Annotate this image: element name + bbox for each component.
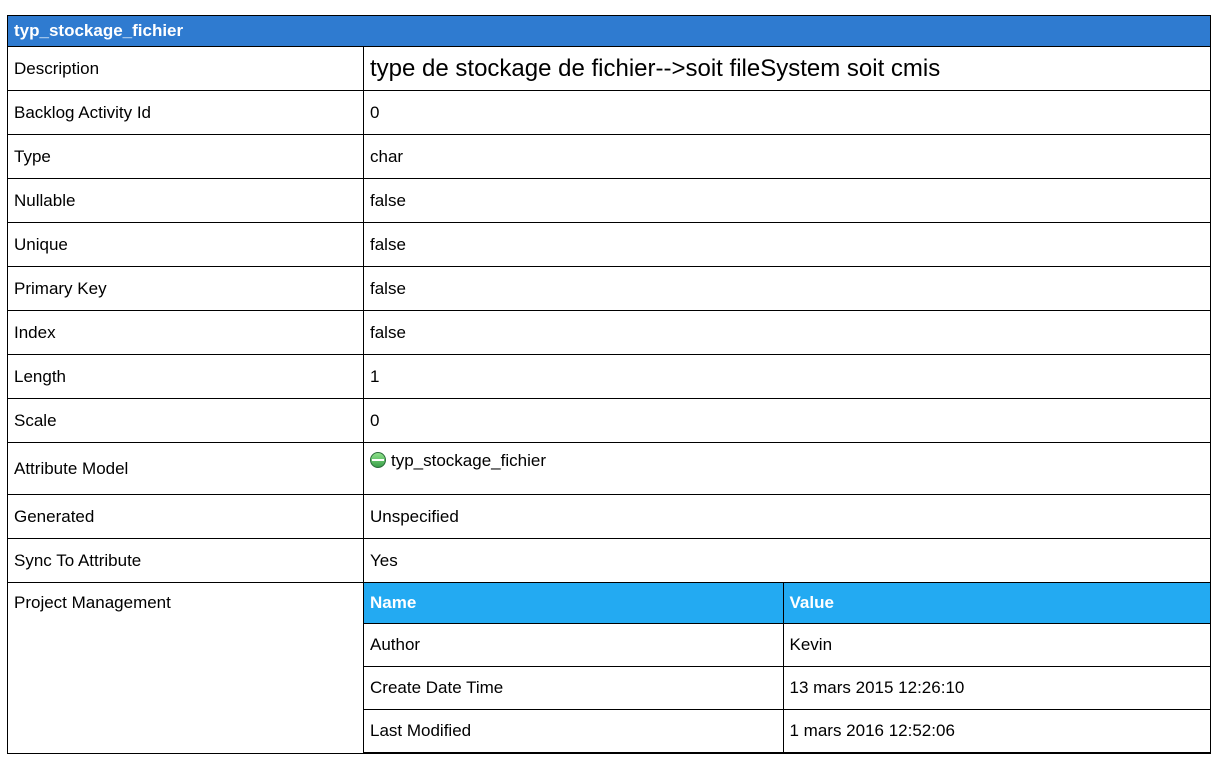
row-label: Description [7,46,364,91]
attribute-sheet: typ_stockage_fichier Description type de… [7,15,1211,754]
table-row: Attribute Model typ_stockage_fichier [7,442,1211,495]
pm-value: 1 mars 2016 12:52:06 [782,709,1210,753]
table-row: Scale 0 [7,398,1211,443]
sub-table-header: Name Value [364,583,1210,624]
sub-table-row: Last Modified 1 mars 2016 12:52:06 [364,709,1210,753]
table-row: Type char [7,134,1211,179]
row-label: Attribute Model [7,442,364,495]
sub-table-row: Create Date Time 13 mars 2015 12:26:10 [364,666,1210,710]
table-row: Backlog Activity Id 0 [7,90,1211,135]
row-label: Length [7,354,364,399]
pm-value: Kevin [782,623,1210,667]
project-management-cell: Name Value Author Kevin Create Date Time… [363,582,1211,754]
row-label: Type [7,134,364,179]
pm-name: Author [364,623,784,667]
column-header-name: Name [364,583,784,624]
row-label: Nullable [7,178,364,223]
attribute-title: typ_stockage_fichier [7,15,1211,47]
row-label: Scale [7,398,364,443]
table-row: Description type de stockage de fichier-… [7,46,1211,91]
table-row: Length 1 [7,354,1211,399]
project-management-table: Name Value Author Kevin Create Date Time… [364,583,1210,753]
table-row: Generated Unspecified [7,494,1211,539]
table-row: Index false [7,310,1211,355]
row-label: Generated [7,494,364,539]
attribute-model-link[interactable]: typ_stockage_fichier [391,451,546,470]
table-row: Unique false [7,222,1211,267]
attribute-model-icon [370,452,386,468]
row-value: typ_stockage_fichier [363,442,1211,495]
row-value: Unspecified [363,494,1211,539]
row-value: 0 [363,398,1211,443]
column-header-value: Value [782,583,1210,624]
pm-value: 13 mars 2015 12:26:10 [782,666,1210,710]
row-value: char [363,134,1211,179]
row-label: Sync To Attribute [7,538,364,583]
row-value: Yes [363,538,1211,583]
row-label: Primary Key [7,266,364,311]
row-value: false [363,310,1211,355]
table-row: Project Management Name Value Author Kev… [7,582,1211,754]
row-value: 0 [363,90,1211,135]
row-value: false [363,266,1211,311]
row-value: false [363,222,1211,267]
pm-name: Last Modified [364,709,784,753]
row-value: false [363,178,1211,223]
table-row: Sync To Attribute Yes [7,538,1211,583]
table-row: Nullable false [7,178,1211,223]
row-value: type de stockage de fichier-->soit fileS… [363,46,1211,91]
attribute-table: typ_stockage_fichier Description type de… [7,15,1211,754]
table-row: Primary Key false [7,266,1211,311]
row-label: Index [7,310,364,355]
row-value: 1 [363,354,1211,399]
table-header: typ_stockage_fichier [7,15,1211,47]
row-label: Backlog Activity Id [7,90,364,135]
row-label: Unique [7,222,364,267]
row-label: Project Management [7,582,364,754]
sub-table-row: Author Kevin [364,623,1210,667]
pm-name: Create Date Time [364,666,784,710]
